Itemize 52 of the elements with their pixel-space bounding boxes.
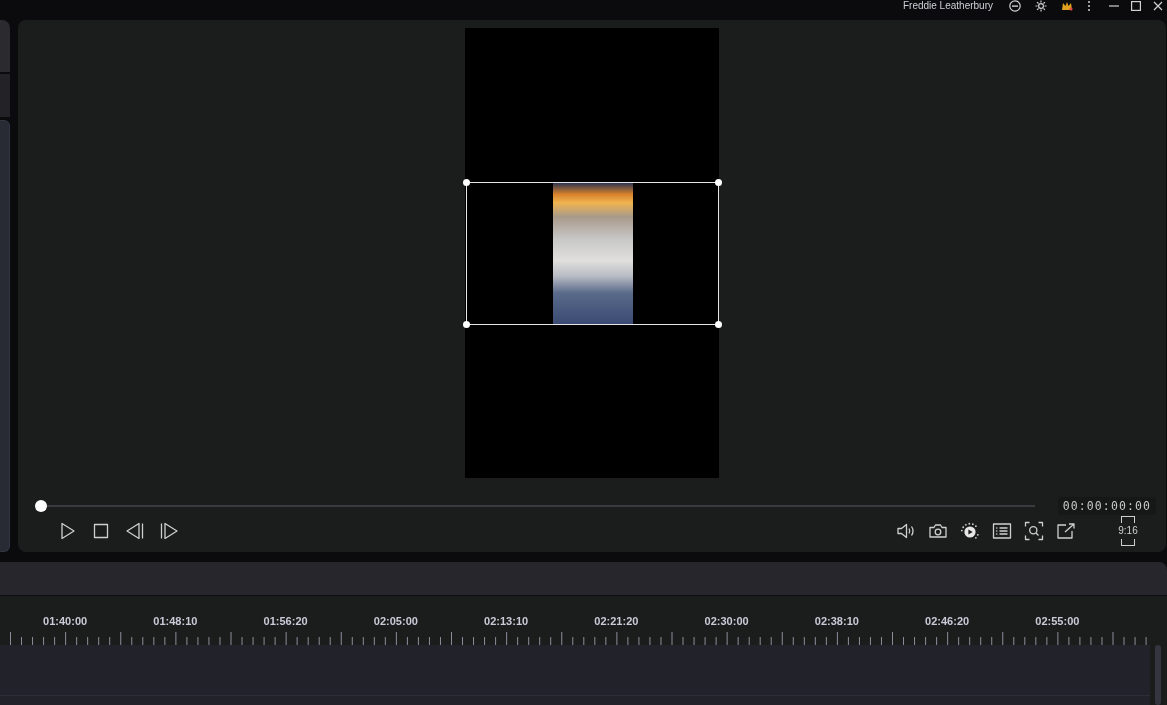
more-button[interactable] [1087,0,1091,12]
aspect-ratio-button[interactable]: 9:16 [1117,516,1139,546]
settings-button[interactable] [1035,0,1047,12]
resize-handle[interactable] [715,320,722,328]
previous-frame-icon [125,521,145,541]
maximize-icon [1131,0,1141,12]
account-button[interactable] [1009,0,1021,12]
snapshot-button[interactable] [928,521,948,541]
stop-icon [91,521,111,541]
time-label: 02:30:00 [703,615,750,628]
seek-thumb[interactable] [35,500,47,512]
time-label: 02:46:20 [924,615,971,628]
premium-button[interactable] [1061,0,1073,12]
scrollbar[interactable] [1155,645,1161,705]
speaker-icon [896,521,916,541]
render-preview-button[interactable] [960,521,980,541]
time-label: 02:21:20 [593,615,640,628]
resize-handle[interactable] [715,178,722,186]
list-icon [992,521,1012,541]
stop-button[interactable] [91,521,111,541]
time-label: 02:55:00 [1034,615,1081,628]
avatar-icon [1009,0,1021,12]
time-label: 01:40:00 [42,615,89,628]
volume-button[interactable] [896,521,916,541]
maximize-button[interactable] [1131,0,1141,12]
timeline-ruler[interactable]: 01:40:00 01:48:10 01:56:20 02:05:00 02:13:10 02:21:20 02:30:00 02:38:10 02:46:20 02:55:00 [0,596,1167,645]
more-icon [1087,0,1091,12]
crown-icon [1061,0,1073,12]
zoom-button[interactable] [1024,521,1044,541]
magnifier-icon [1024,521,1044,541]
time-label: 02:38:10 [813,615,860,628]
time-label: 01:48:10 [152,615,199,628]
resize-handle[interactable] [463,320,470,328]
timecode: 00:00:00:00 [1057,497,1156,515]
export-button[interactable] [1056,521,1076,541]
time-label: 01:56:20 [262,615,309,628]
previous-frame-button[interactable] [125,521,145,541]
next-frame-icon [159,521,179,541]
side-panel-header [0,20,10,72]
user-name: Freddie Leatherbury [902,0,993,12]
resize-handle[interactable] [463,178,470,186]
markers-button[interactable] [992,521,1012,541]
camera-icon [928,521,948,541]
next-frame-button[interactable] [159,521,179,541]
export-icon [1056,521,1076,541]
play-circle-icon [960,521,980,541]
side-panel-toolbar [0,74,10,117]
close-button[interactable] [1153,0,1163,12]
time-label: 02:13:10 [483,615,530,628]
time-label: 02:05:00 [372,615,419,628]
gear-icon [1035,0,1047,12]
close-icon [1153,0,1163,12]
